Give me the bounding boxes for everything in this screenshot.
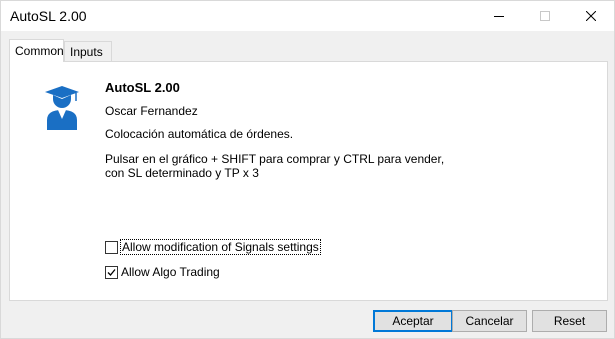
title-bar[interactable]: AutoSL 2.00 — [1, 1, 614, 31]
program-name: AutoSL 2.00 — [105, 80, 180, 95]
graduate-user-icon — [45, 86, 79, 130]
allow-algo-trading-label[interactable]: Allow Algo Trading — [121, 265, 220, 279]
tab-common[interactable]: Common — [9, 39, 64, 62]
close-icon — [586, 11, 596, 21]
maximize-icon — [540, 11, 550, 21]
minimize-button[interactable] — [476, 1, 522, 31]
cancel-button[interactable]: Cancelar — [452, 310, 527, 332]
common-tab-panel: AutoSL 2.00 Oscar Fernandez Colocación a… — [9, 61, 608, 301]
accept-button[interactable]: Aceptar — [373, 310, 453, 332]
allow-signals-modification-label[interactable]: Allow modification of Signals settings — [120, 239, 321, 255]
instructions-line-1: Pulsar en el gráfico + SHIFT para compra… — [105, 152, 445, 166]
checkmark-icon — [107, 269, 116, 276]
program-instructions: Pulsar en el gráfico + SHIFT para compra… — [105, 152, 505, 180]
tab-inputs[interactable]: Inputs — [64, 41, 112, 61]
close-button[interactable] — [568, 1, 614, 31]
minimize-icon — [494, 16, 504, 17]
instructions-line-2: con SL determinado y TP x 3 — [105, 166, 259, 180]
allow-signals-modification-checkbox[interactable] — [105, 241, 118, 254]
program-author: Oscar Fernandez — [105, 104, 198, 118]
program-description: Colocación automática de órdenes. — [105, 127, 294, 141]
window-title: AutoSL 2.00 — [10, 8, 87, 24]
maximize-button — [522, 1, 568, 31]
dialog-window: AutoSL 2.00 Common Inputs AutoSL 2.00 Os… — [0, 0, 615, 339]
allow-algo-trading-checkbox[interactable] — [105, 266, 118, 279]
reset-button[interactable]: Reset — [532, 310, 607, 332]
